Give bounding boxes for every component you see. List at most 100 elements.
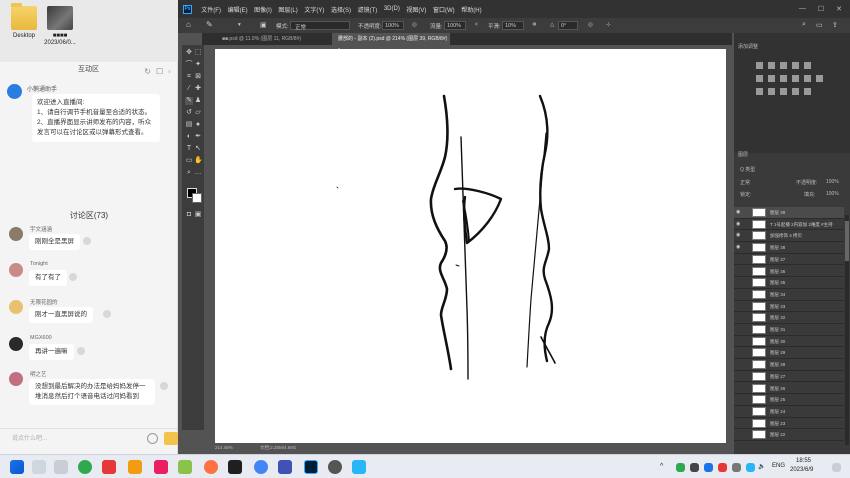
wechat-icon[interactable] bbox=[78, 460, 92, 474]
visibility-eye-icon[interactable] bbox=[736, 327, 742, 332]
visibility-eye-icon[interactable] bbox=[736, 292, 742, 297]
visibility-eye-icon[interactable] bbox=[736, 257, 742, 262]
explorer-icon[interactable] bbox=[178, 460, 192, 474]
brush-preset-icon[interactable]: ▾ bbox=[238, 22, 241, 28]
visibility-eye-icon[interactable]: ◉ bbox=[736, 221, 742, 227]
screen-mode-icon[interactable]: ▣ bbox=[194, 211, 202, 219]
clock-date[interactable]: 2023/6/9 bbox=[790, 467, 813, 473]
workspace-icon[interactable]: ▭ bbox=[816, 21, 823, 29]
color-lookup-icon[interactable] bbox=[816, 75, 823, 82]
send-button[interactable] bbox=[164, 432, 178, 445]
layer-row[interactable]: 图层 30 bbox=[734, 336, 844, 348]
visibility-eye-icon[interactable]: ◉ bbox=[736, 233, 742, 238]
visibility-eye-icon[interactable] bbox=[736, 304, 742, 309]
menu-type[interactable]: 文字(Y) bbox=[301, 5, 328, 14]
clock-time[interactable]: 18:55 bbox=[796, 458, 811, 464]
mode-select[interactable]: 正常 bbox=[290, 21, 350, 31]
user-avatar[interactable] bbox=[9, 227, 23, 241]
frame-tool-icon[interactable]: ⊠ bbox=[194, 73, 202, 81]
home-icon[interactable]: ⌂ bbox=[186, 20, 191, 29]
posterize-icon[interactable] bbox=[768, 88, 775, 95]
visibility-eye-icon[interactable] bbox=[736, 386, 742, 391]
close-icon[interactable]: ✕ bbox=[836, 5, 842, 13]
opacity-input[interactable]: 100% bbox=[382, 21, 404, 30]
stamp-tool-icon[interactable]: ♟ bbox=[194, 97, 202, 105]
layer-kind-filter[interactable]: Q 类型 bbox=[740, 166, 755, 173]
background-color[interactable] bbox=[192, 193, 202, 203]
refresh-icon[interactable]: ↻ bbox=[144, 64, 151, 80]
store-icon[interactable] bbox=[154, 460, 168, 474]
layer-row[interactable]: 图层 33 bbox=[734, 301, 844, 313]
pressure-size-icon[interactable]: ◎ bbox=[588, 22, 593, 28]
quick-mask-icon[interactable]: ◘ bbox=[185, 211, 193, 219]
chat-input[interactable]: 说点什么吧... bbox=[6, 432, 132, 446]
language-indicator[interactable]: ENG bbox=[772, 463, 785, 469]
tray-app-icon[interactable] bbox=[718, 463, 727, 472]
angle-input[interactable]: 0° bbox=[558, 21, 578, 30]
zoom-level[interactable]: 214.48% bbox=[215, 445, 233, 450]
desktop-video-file[interactable]: ■■■■ 2023/06/0... bbox=[38, 6, 82, 47]
zoom-tool-icon[interactable]: ⌕ bbox=[185, 169, 193, 177]
menu-layer[interactable]: 图层(L) bbox=[275, 5, 301, 14]
tab-document-2[interactable]: 腰部的 - 副本 (2).psd @ 214% (图层 39, RGB/8#) … bbox=[332, 33, 450, 54]
visibility-eye-icon[interactable] bbox=[736, 374, 742, 379]
menu-3d[interactable]: 3D(D) bbox=[381, 6, 404, 12]
visibility-eye-icon[interactable]: ◉ bbox=[736, 210, 742, 215]
chrome-icon[interactable] bbox=[254, 460, 268, 474]
tray-chevron-icon[interactable]: ^ bbox=[660, 463, 663, 470]
layer-row[interactable]: 图层 27 bbox=[734, 371, 844, 383]
hand-tool-icon[interactable]: ✋ bbox=[194, 157, 203, 165]
menu-edit[interactable]: 编辑(E) bbox=[224, 5, 251, 14]
tray-wechat-icon[interactable] bbox=[676, 463, 685, 472]
visibility-eye-icon[interactable] bbox=[736, 339, 742, 344]
gradient-icon[interactable]: ▤ bbox=[185, 121, 193, 129]
like-icon[interactable] bbox=[77, 347, 85, 355]
volume-icon[interactable]: 🔈 bbox=[758, 463, 765, 470]
levels-icon[interactable] bbox=[768, 62, 775, 69]
sai-app-icon[interactable] bbox=[128, 460, 142, 474]
layer-opacity-value[interactable]: 100% bbox=[826, 179, 839, 185]
user-avatar[interactable] bbox=[9, 337, 23, 351]
visibility-eye-icon[interactable] bbox=[736, 409, 742, 414]
search-icon[interactable]: ⌕ bbox=[802, 21, 806, 29]
like-icon[interactable] bbox=[103, 310, 111, 318]
color-balance-icon[interactable] bbox=[768, 75, 775, 82]
black-white-icon[interactable] bbox=[780, 75, 787, 82]
exposure-icon[interactable] bbox=[792, 62, 799, 69]
smooth-settings-icon[interactable]: ✲ bbox=[532, 22, 537, 28]
history-brush-icon[interactable]: ↺ bbox=[185, 109, 193, 117]
app-icon[interactable] bbox=[102, 460, 116, 474]
tray-app-icon[interactable] bbox=[732, 463, 741, 472]
drawing-canvas[interactable] bbox=[215, 49, 726, 443]
blur-icon[interactable]: ● bbox=[194, 121, 202, 129]
pressure-opacity-icon[interactable]: ◎ bbox=[412, 22, 417, 28]
brush-tool-icon[interactable]: ✎ bbox=[206, 20, 213, 29]
visibility-eye-icon[interactable] bbox=[736, 280, 742, 285]
healing-brush-icon[interactable]: ✚ bbox=[194, 85, 202, 93]
layers-scrollbar[interactable] bbox=[845, 215, 849, 445]
layer-row[interactable]: 图层 37 bbox=[734, 254, 844, 266]
layer-row[interactable]: 图层 26 bbox=[734, 383, 844, 395]
selective-color-icon[interactable] bbox=[804, 88, 811, 95]
menu-view[interactable]: 视图(V) bbox=[403, 5, 430, 14]
layer-row[interactable]: 图层 28 bbox=[734, 359, 844, 371]
type-tool-icon[interactable]: T bbox=[185, 145, 193, 153]
move-tool-icon[interactable]: ✥ bbox=[185, 49, 193, 57]
notification-icon[interactable] bbox=[832, 463, 841, 472]
browser-icon[interactable] bbox=[352, 460, 366, 474]
like-icon[interactable] bbox=[69, 273, 77, 281]
pen-tool-icon[interactable]: ✒ bbox=[194, 133, 202, 141]
emoji-icon[interactable] bbox=[147, 433, 158, 444]
share-icon[interactable]: ⇪ bbox=[832, 21, 838, 29]
more-icon[interactable]: ◦ bbox=[168, 64, 171, 80]
layer-row[interactable]: 图层 31 bbox=[734, 324, 844, 336]
settings-icon[interactable]: ☐ bbox=[156, 64, 163, 80]
layer-row[interactable]: 图层 22 bbox=[734, 429, 844, 441]
like-icon[interactable] bbox=[83, 237, 91, 245]
dodge-icon[interactable]: ◐ bbox=[185, 133, 193, 141]
hue-saturation-icon[interactable] bbox=[756, 75, 763, 82]
layer-row[interactable]: 图层 34 bbox=[734, 289, 844, 301]
layer-row[interactable]: 图层 35 bbox=[734, 277, 844, 289]
visibility-eye-icon[interactable] bbox=[736, 397, 742, 402]
eraser-icon[interactable]: ▱ bbox=[194, 109, 202, 117]
